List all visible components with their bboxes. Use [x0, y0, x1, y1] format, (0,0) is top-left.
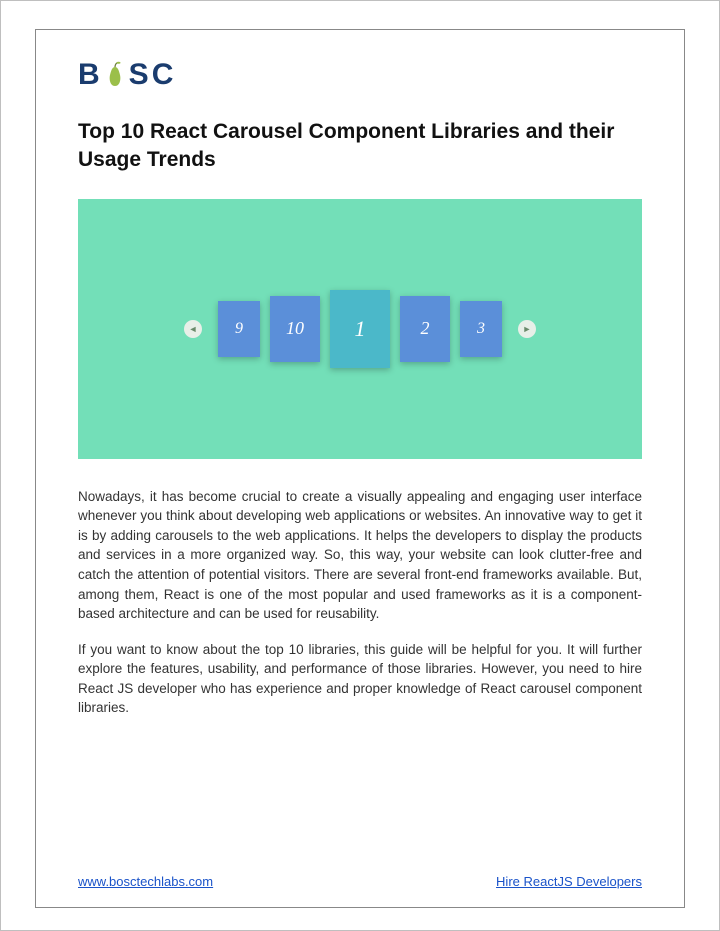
carousel-slide: 9: [218, 301, 260, 357]
footer-link-hire[interactable]: Hire ReactJS Developers: [496, 874, 642, 889]
brand-logo: B S C: [78, 58, 642, 92]
carousel-slide: 2: [400, 296, 450, 362]
carousel-slides: 9 10 1 2 3: [218, 290, 502, 368]
page-footer: www.bosctechlabs.com Hire ReactJS Develo…: [78, 874, 642, 889]
carousel-slide: 3: [460, 301, 502, 357]
carousel-slide: 1: [330, 290, 390, 368]
footer-link-website[interactable]: www.bosctechlabs.com: [78, 874, 213, 889]
hero-image: ◄ 9 10 1 2 3 ►: [78, 199, 642, 459]
carousel-mock: ◄ 9 10 1 2 3 ►: [178, 290, 542, 368]
content-frame: B S C Top 10 React Carousel Component Li…: [35, 29, 685, 908]
body-paragraph-2: If you want to know about the top 10 lib…: [78, 640, 642, 718]
carousel-next-icon: ►: [518, 320, 536, 338]
pear-icon: [104, 61, 126, 89]
carousel-slide: 10: [270, 296, 320, 362]
page-title: Top 10 React Carousel Component Librarie…: [78, 118, 642, 175]
body-paragraph-1: Nowadays, it has become crucial to creat…: [78, 487, 642, 624]
logo-letter-s: S: [129, 58, 150, 92]
logo-letter-c: C: [152, 58, 175, 92]
logo-letter-b: B: [78, 58, 101, 92]
carousel-prev-icon: ◄: [184, 320, 202, 338]
page-frame: B S C Top 10 React Carousel Component Li…: [0, 0, 720, 931]
